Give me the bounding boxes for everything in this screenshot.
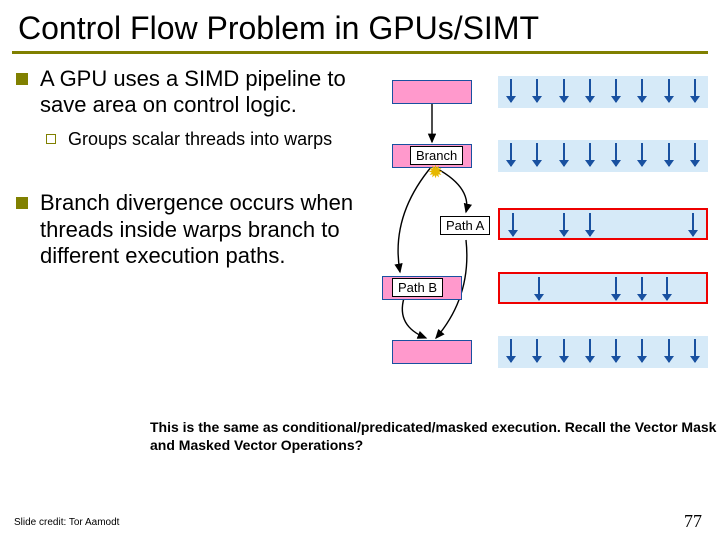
lanes-row-3 xyxy=(498,272,708,304)
lanes-row-2 xyxy=(498,208,708,240)
stage-before xyxy=(392,80,472,104)
lane-arrow-icon xyxy=(694,143,696,166)
bullet-1a-text: Groups scalar threads into warps xyxy=(68,129,332,151)
lane-arrow-icon xyxy=(510,143,512,166)
lane-arrow-icon xyxy=(615,277,617,300)
lanes-row-4 xyxy=(498,336,708,368)
lane-arrow-icon xyxy=(666,277,668,300)
lane-arrow-icon xyxy=(536,79,538,102)
content-row: A GPU uses a SIMD pipeline to save area … xyxy=(0,66,720,406)
lane-arrow-icon xyxy=(589,339,591,362)
slide-credit: Slide credit: Tor Aamodt xyxy=(14,517,119,528)
diagram: Branch ✹ Path A Path B xyxy=(380,66,710,406)
lane-arrow-icon xyxy=(510,79,512,102)
bullet-hollow-icon xyxy=(46,134,56,144)
lane-arrow-icon xyxy=(641,79,643,102)
lane-arrow-icon xyxy=(563,79,565,102)
bullet-1-text: A GPU uses a SIMD pipeline to save area … xyxy=(40,66,374,119)
title-rule xyxy=(12,51,708,54)
slide-title: Control Flow Problem in GPUs/SIMT xyxy=(0,0,720,51)
lane-arrow-icon xyxy=(615,339,617,362)
lane-arrow-icon xyxy=(641,277,643,300)
bullet-square-icon xyxy=(16,73,28,85)
label-path-b: Path B xyxy=(392,278,443,297)
lane-arrow-icon xyxy=(694,339,696,362)
bullet-2: Branch divergence occurs when threads in… xyxy=(10,190,374,269)
bullet-2-text: Branch divergence occurs when threads in… xyxy=(40,190,374,269)
lane-arrow-icon xyxy=(538,277,540,300)
bullet-1: A GPU uses a SIMD pipeline to save area … xyxy=(10,66,374,119)
lane-arrow-icon xyxy=(589,79,591,102)
lane-arrow-icon xyxy=(668,79,670,102)
lane-arrow-icon xyxy=(668,339,670,362)
lane-arrow-icon xyxy=(563,213,565,236)
lane-arrow-icon xyxy=(510,339,512,362)
lane-arrow-icon xyxy=(692,213,694,236)
lane-arrow-icon xyxy=(615,143,617,166)
stage-reconverge xyxy=(392,340,472,364)
spark-icon: ✹ xyxy=(428,162,443,183)
lane-arrow-icon xyxy=(589,213,591,236)
lanes-row-0 xyxy=(498,76,708,108)
page-number: 77 xyxy=(684,511,702,532)
lane-arrow-icon xyxy=(563,143,565,166)
lane-arrow-icon xyxy=(668,143,670,166)
lane-arrow-icon xyxy=(641,339,643,362)
lane-arrow-icon xyxy=(615,79,617,102)
bullet-square-icon xyxy=(16,197,28,209)
lane-arrow-icon xyxy=(536,339,538,362)
lanes-row-1 xyxy=(498,140,708,172)
lane-arrow-icon xyxy=(694,79,696,102)
text-column: A GPU uses a SIMD pipeline to save area … xyxy=(10,66,380,406)
lane-arrow-icon xyxy=(512,213,514,236)
bullet-1a: Groups scalar threads into warps xyxy=(46,129,374,151)
footnote: This is the same as conditional/predicat… xyxy=(0,406,720,454)
lane-arrow-icon xyxy=(641,143,643,166)
lane-arrow-icon xyxy=(563,339,565,362)
lane-arrow-icon xyxy=(589,143,591,166)
label-path-a: Path A xyxy=(440,216,490,235)
lane-arrow-icon xyxy=(536,143,538,166)
